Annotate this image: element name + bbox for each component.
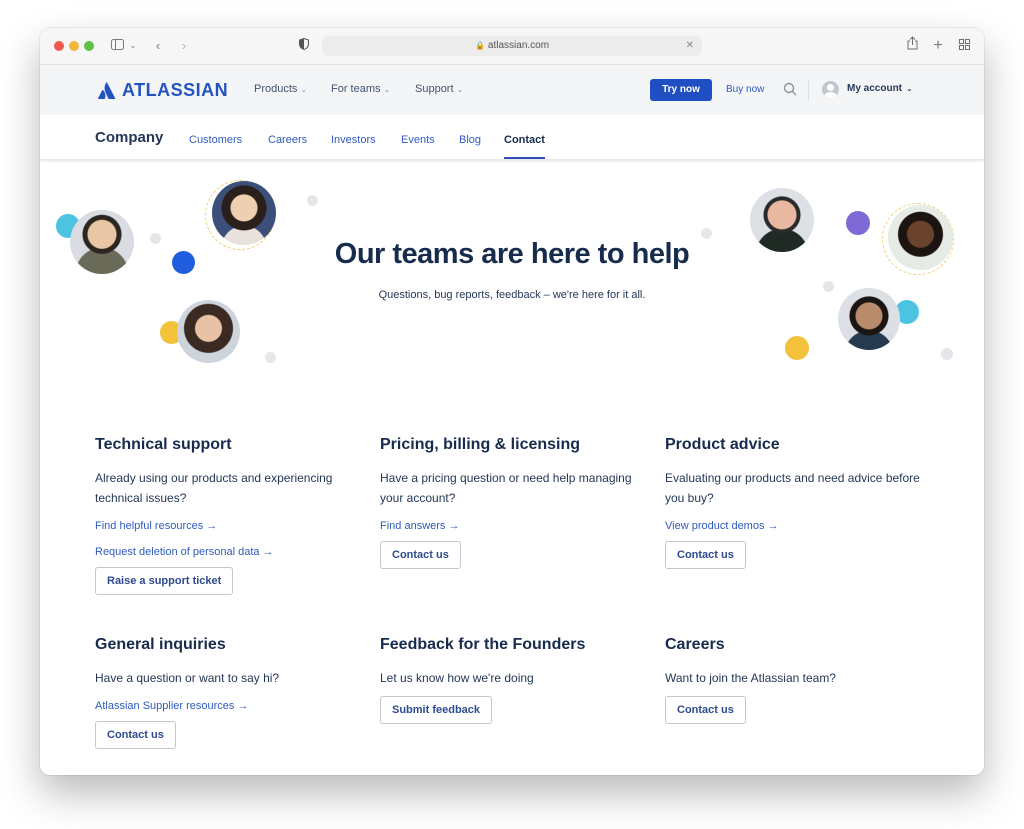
pricing-contact-us-button[interactable]: Contact us [380,541,461,569]
card-description: Want to join the Atlassian team? [665,671,836,685]
zoom-window-button[interactable] [84,41,94,51]
card-title: General inquiries [95,636,226,653]
card-title: Feedback for the Founders [380,636,586,653]
team-member-photo [177,300,240,363]
main-navigation: ATLASSIAN Products ⌄ For teams ⌄ Support ⌄ … [40,65,984,115]
company-subnav: Company Customers Careers Investors Even… [40,115,984,159]
card-technical-support: Technical support Already using our prod… [95,436,365,595]
browser-window: ⌄ ‹ › 🔒 atlassian.com ✕ + ATLASSIAN Produ… [40,28,984,775]
atlassian-logo-icon [98,81,116,99]
user-avatar-icon[interactable] [822,81,839,98]
decor-dot [785,336,809,360]
url-text: atlassian.com [487,40,550,51]
card-feedback-founders: Feedback for the Founders Let us know ho… [380,636,650,724]
forward-icon[interactable]: › [178,36,190,56]
card-title: Careers [665,636,725,653]
view-product-demos-link[interactable]: View product demos → [665,520,935,532]
back-icon[interactable]: ‹ [152,36,164,56]
card-description: Let us know how we're doing [380,671,534,685]
divider [808,79,809,101]
card-product-advice: Product advice Evaluating our products a… [665,436,935,569]
request-deletion-link[interactable]: Request deletion of personal data → [95,546,365,558]
find-answers-link[interactable]: Find answers → [380,520,650,532]
chevron-down-icon: ⌄ [456,85,464,94]
nav-support[interactable]: Support ⌄ [415,83,463,95]
nav-support-label: Support [415,83,454,95]
search-icon[interactable] [783,82,797,96]
sidebar-icon[interactable] [110,36,124,56]
subnav-blog[interactable]: Blog [459,134,481,146]
close-window-button[interactable] [54,41,64,51]
browser-toolbar: ⌄ ‹ › 🔒 atlassian.com ✕ + [40,28,984,65]
card-general-inquiries: General inquiries Have a question or wan… [95,636,365,749]
nav-products-label: Products [254,83,298,95]
atlassian-logo[interactable]: ATLASSIAN [98,79,228,101]
chevron-down-icon[interactable]: ⌄ [128,36,138,56]
card-title: Technical support [95,436,232,453]
subnav-events[interactable]: Events [401,134,435,146]
brand-name: ATLASSIAN [122,79,229,100]
decor-dot [941,348,953,360]
subnav-investors[interactable]: Investors [331,134,376,146]
card-title: Product advice [665,436,780,453]
decor-dot [846,211,870,235]
chevron-down-icon: ⌄ [906,84,913,93]
general-contact-us-button[interactable]: Contact us [95,721,176,749]
product-advice-contact-us-button[interactable]: Contact us [665,541,746,569]
card-description: Already using our products and experienc… [95,471,333,505]
decor-dot [307,195,318,206]
hero-subtitle: Questions, bug reports, feedback – we're… [378,289,646,301]
supplier-resources-link[interactable]: Atlassian Supplier resources → [95,700,365,712]
buy-now-link[interactable]: Buy now [726,84,764,95]
subnav-contact[interactable]: Contact [504,134,545,159]
chevron-down-icon: ⌄ [383,85,391,94]
share-icon[interactable] [905,36,919,56]
submit-feedback-button[interactable]: Submit feedback [380,696,493,724]
minimize-window-button[interactable] [69,41,79,51]
hero-title: Our teams are here to help [334,238,690,270]
nav-for-teams[interactable]: For teams ⌄ [331,83,390,95]
clear-icon[interactable]: ✕ [686,36,694,56]
tab-overview-icon[interactable] [957,36,971,56]
my-account-label: My account [847,83,903,94]
company-title[interactable]: Company [95,129,163,146]
address-bar[interactable]: 🔒 atlassian.com ✕ [322,36,702,56]
shield-icon[interactable] [298,36,310,56]
decor-dot [265,352,276,363]
card-title: Pricing, billing & licensing [380,436,581,453]
card-description: Evaluating our products and need advice … [665,471,920,505]
try-now-button[interactable]: Try now [650,79,712,101]
nav-for-teams-label: For teams [331,83,381,95]
card-careers: Careers Want to join the Atlassian team?… [665,636,935,724]
chevron-down-icon: ⌄ [300,85,308,94]
raise-support-ticket-button[interactable]: Raise a support ticket [95,567,234,595]
nav-products[interactable]: Products ⌄ [254,83,307,95]
new-tab-icon[interactable]: + [931,36,945,56]
subnav-careers[interactable]: Careers [268,134,307,146]
lock-icon: 🔒 [474,41,485,50]
my-account-menu[interactable]: My account ⌄ [847,83,913,94]
card-pricing-billing: Pricing, billing & licensing Have a pric… [380,436,650,569]
card-description: Have a question or want to say hi? [95,671,280,685]
card-description: Have a pricing question or need help man… [380,471,632,505]
careers-contact-us-button[interactable]: Contact us [665,696,746,724]
team-member-photo [212,181,276,245]
subnav-customers[interactable]: Customers [189,134,242,146]
find-helpful-resources-link[interactable]: Find helpful resources → [95,520,365,532]
